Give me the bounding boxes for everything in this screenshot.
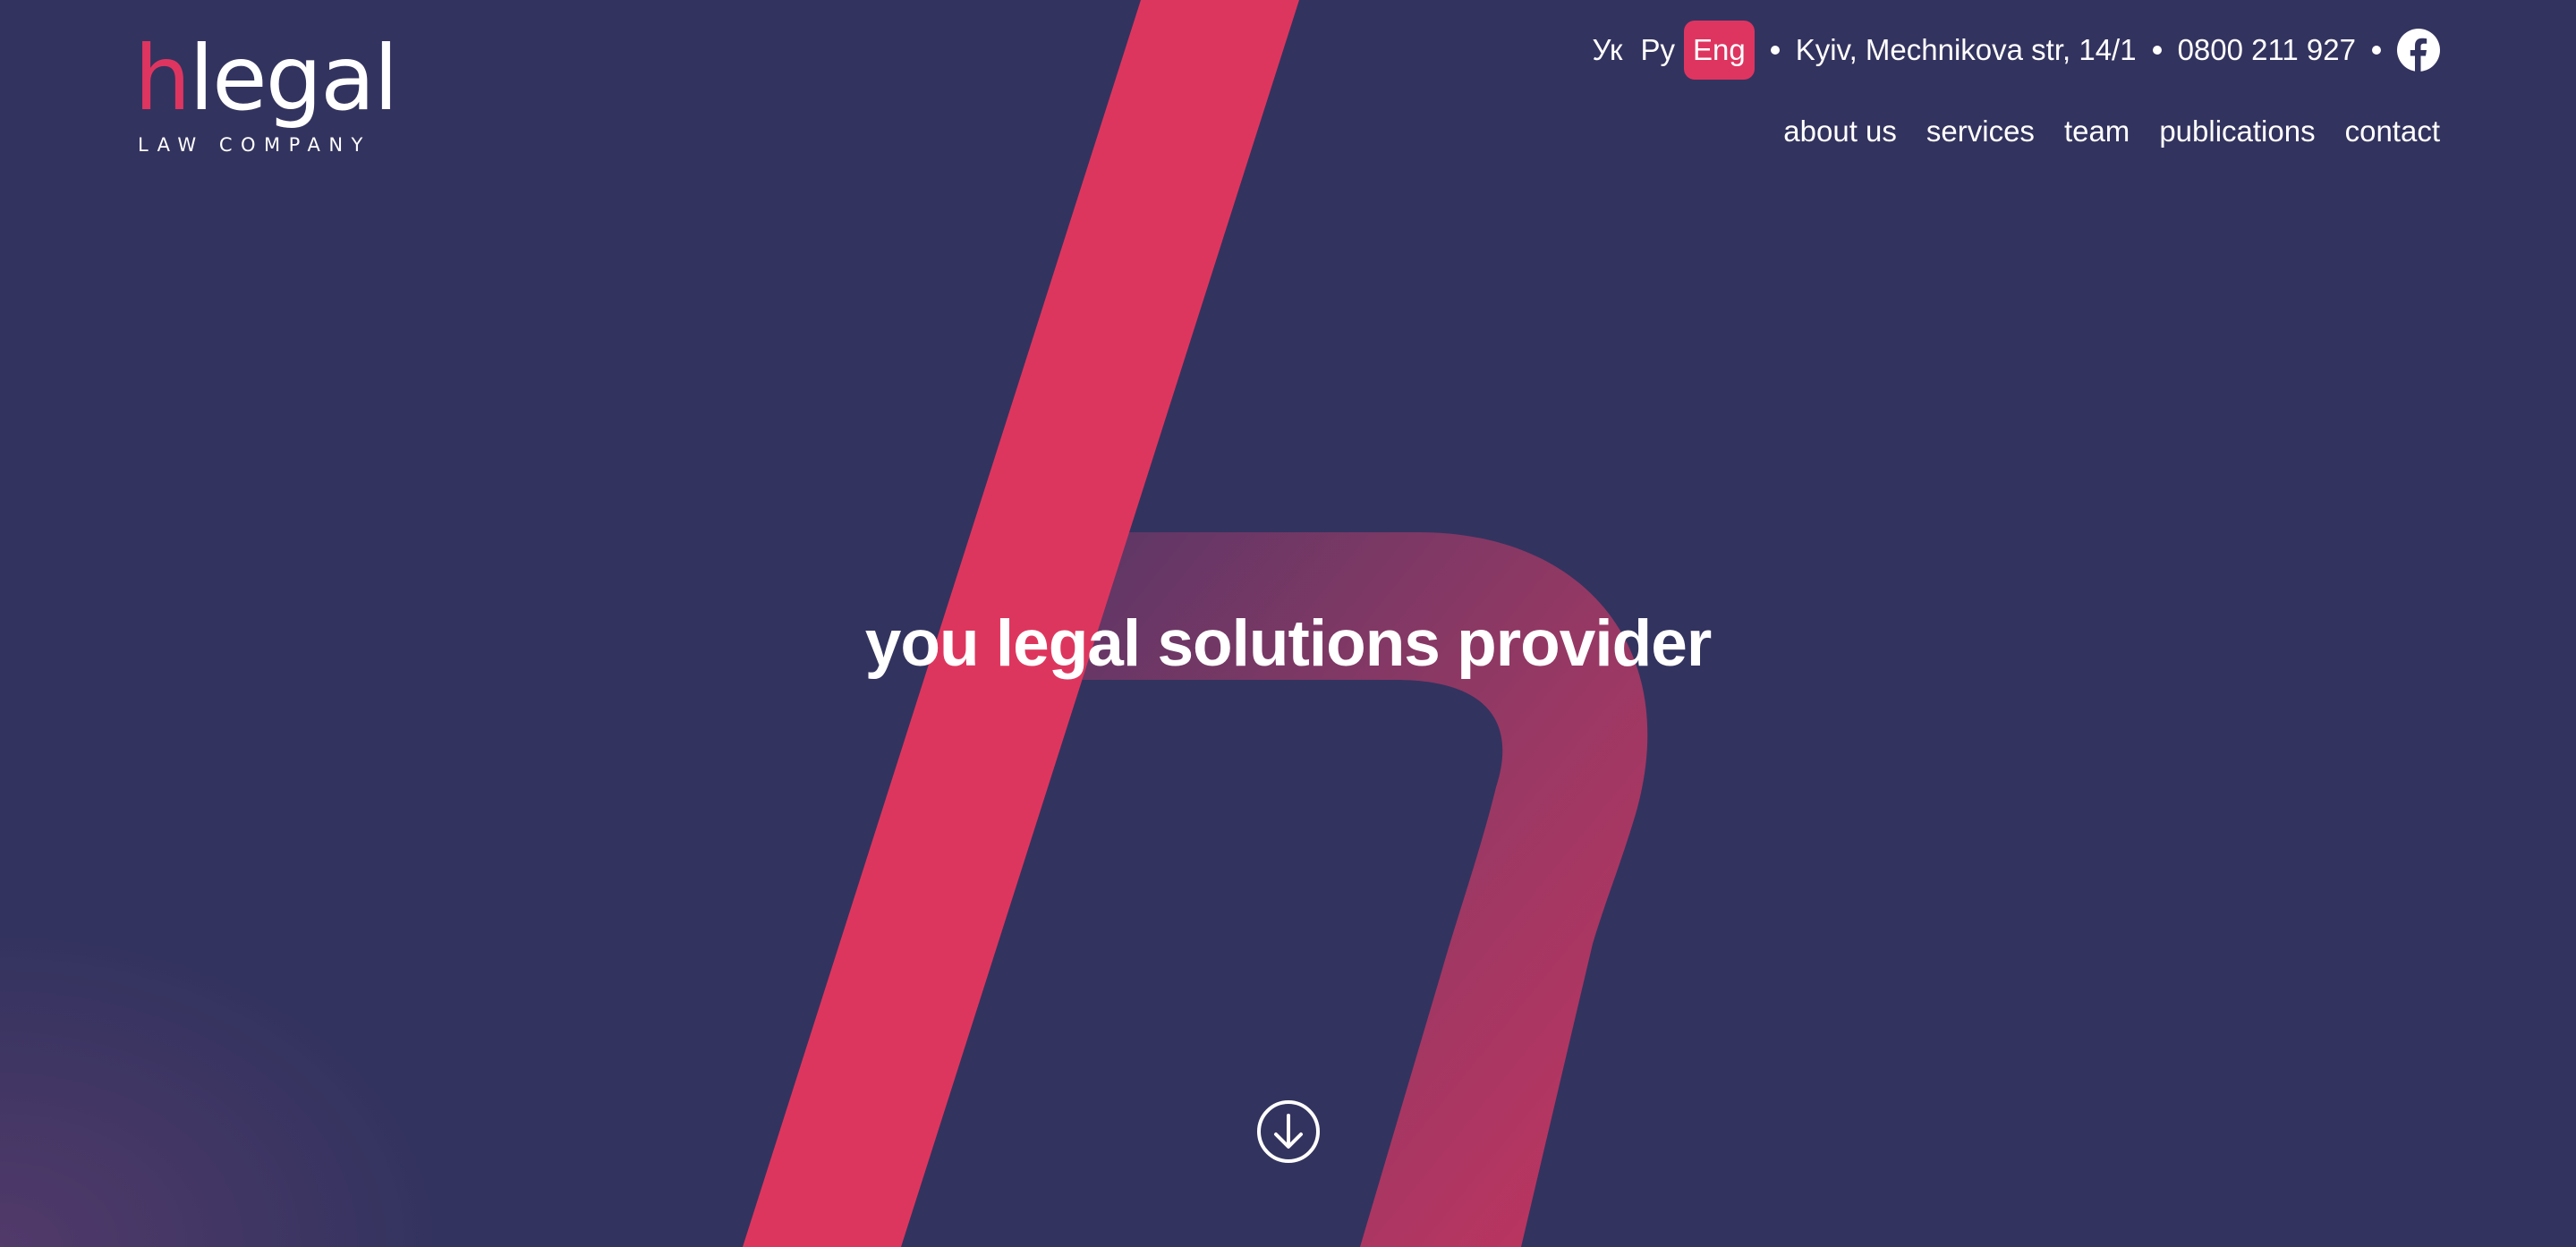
separator-dot <box>2152 46 2162 55</box>
address-text: Kyiv, Mechnikova str, 14/1 <box>1795 33 2137 66</box>
facebook-icon[interactable] <box>2397 29 2440 72</box>
hero-tagline: you legal solutions provider <box>864 607 1713 680</box>
logo[interactable]: hlegal LAW COMPANY <box>134 34 398 159</box>
top-bar: Ук Ру Eng Kyiv, Mechnikova str, 14/1 080… <box>1584 20 2440 81</box>
logo-rest-letters: legal <box>189 26 398 131</box>
main-nav: about us services team publications cont… <box>1783 115 2440 148</box>
nav-services[interactable]: services <box>1926 115 2035 148</box>
scroll-down-button[interactable] <box>1256 1099 1321 1164</box>
logo-h-letter: h <box>134 26 191 131</box>
logo-subtitle: LAW COMPANY <box>138 134 371 156</box>
separator-dot <box>1770 46 1780 55</box>
lang-ru[interactable]: Ру <box>1631 21 1684 80</box>
nav-team[interactable]: team <box>2064 115 2130 148</box>
arrow-down-circle-icon <box>1257 1100 1320 1163</box>
lang-eng[interactable]: Eng <box>1683 21 1755 80</box>
phone-link[interactable]: 0800 211 927 <box>2178 33 2356 67</box>
nav-contact[interactable]: contact <box>2345 115 2440 148</box>
nav-about-us[interactable]: about us <box>1783 115 1897 148</box>
logo-wordmark: hlegal <box>134 34 398 123</box>
nav-publications[interactable]: publications <box>2159 115 2315 148</box>
separator-dot <box>2372 46 2381 55</box>
hero-section: hlegal LAW COMPANY Ук Ру Eng Kyiv, Mechn… <box>0 0 2576 1247</box>
lang-uk[interactable]: Ук <box>1584 21 1632 80</box>
